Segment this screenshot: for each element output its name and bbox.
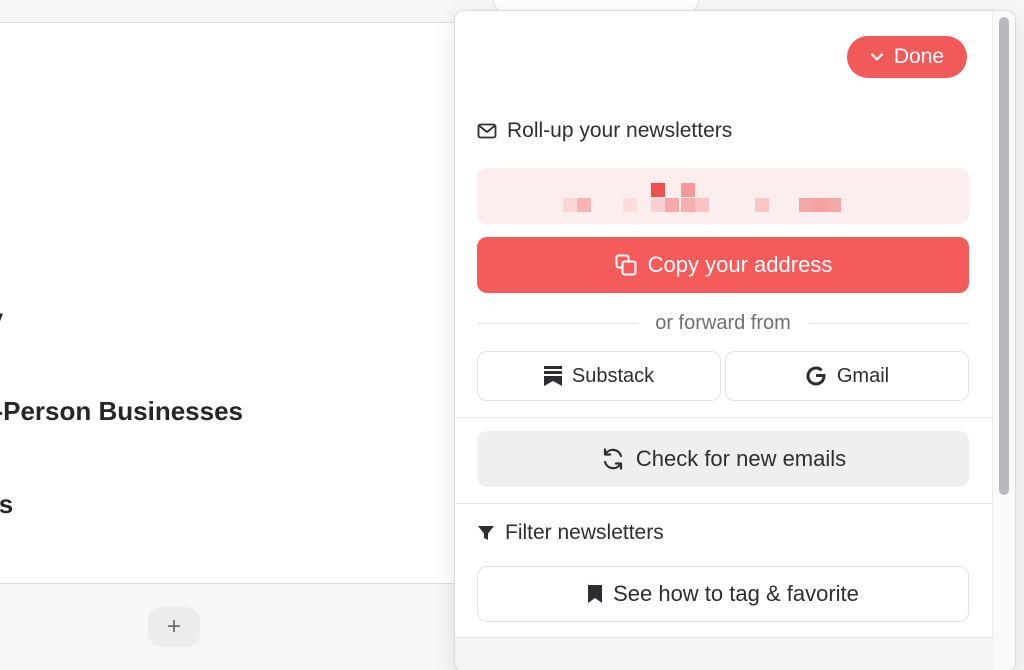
redacted-pixel (665, 198, 679, 212)
section-separator (455, 417, 993, 418)
redacted-pixel (827, 198, 841, 212)
google-icon (805, 365, 827, 387)
refresh-icon (600, 446, 626, 472)
copy-address-button[interactable]: Copy your address (477, 237, 969, 293)
rollup-title: Roll-up your newsletters (477, 119, 732, 143)
redacted-pixel (651, 198, 665, 212)
check-emails-button[interactable]: Check for new emails (477, 431, 969, 487)
gmail-label: Gmail (836, 364, 890, 387)
bookmark-icon (587, 584, 603, 604)
background-card: ty e-Person Businesses rts (0, 22, 501, 584)
copy-icon (614, 253, 638, 277)
scrollbar-thumb[interactable] (999, 17, 1009, 495)
redacted-pixel (813, 198, 827, 212)
redacted-pixel (681, 183, 695, 197)
redacted-pixel (623, 198, 637, 212)
check-emails-label: Check for new emails (635, 446, 847, 471)
filter-icon (477, 524, 495, 542)
chevron-down-icon (870, 50, 884, 64)
tag-favorite-button[interactable]: See how to tag & favorite (477, 566, 969, 622)
forward-label: or forward from (655, 311, 791, 334)
tag-favorite-label: See how to tag & favorite (613, 581, 859, 606)
filter-title-label: Filter newsletters (505, 521, 664, 544)
gmail-button[interactable]: Gmail (725, 351, 969, 401)
substack-button[interactable]: Substack (477, 351, 721, 401)
scrollbar[interactable] (992, 11, 1015, 670)
background-heading-2: e-Person Businesses (0, 396, 244, 426)
copy-address-label: Copy your address (647, 252, 833, 277)
redacted-pixel (799, 198, 813, 212)
substack-label: Substack (571, 364, 655, 387)
redacted-pixel (695, 198, 709, 212)
done-label: Done (893, 45, 945, 68)
add-button[interactable]: + (148, 607, 200, 647)
filter-title: Filter newsletters (477, 521, 664, 545)
redacted-pixel (577, 198, 591, 212)
newsletter-popover: Done Roll-up your newsletters Copy your … (454, 10, 1016, 670)
divider-rule-left (477, 322, 638, 324)
popover-footer (455, 637, 993, 670)
redacted-pixel (563, 198, 577, 212)
app-window: ty e-Person Businesses rts + Done Roll-u… (0, 0, 1024, 670)
redacted-pixel (755, 198, 769, 212)
background-heading-1: ty (0, 303, 3, 334)
mail-icon (477, 123, 497, 139)
section-separator (455, 503, 993, 504)
divider-rule-right (808, 322, 969, 324)
redacted-pixel (681, 198, 695, 212)
forward-divider: or forward from (477, 309, 969, 337)
done-button[interactable]: Done (847, 36, 967, 78)
rollup-title-label: Roll-up your newsletters (507, 119, 733, 142)
email-address-display (477, 168, 969, 224)
background-heading-3: rts (0, 489, 14, 519)
redacted-pixel (651, 183, 665, 197)
substack-icon (543, 366, 562, 386)
